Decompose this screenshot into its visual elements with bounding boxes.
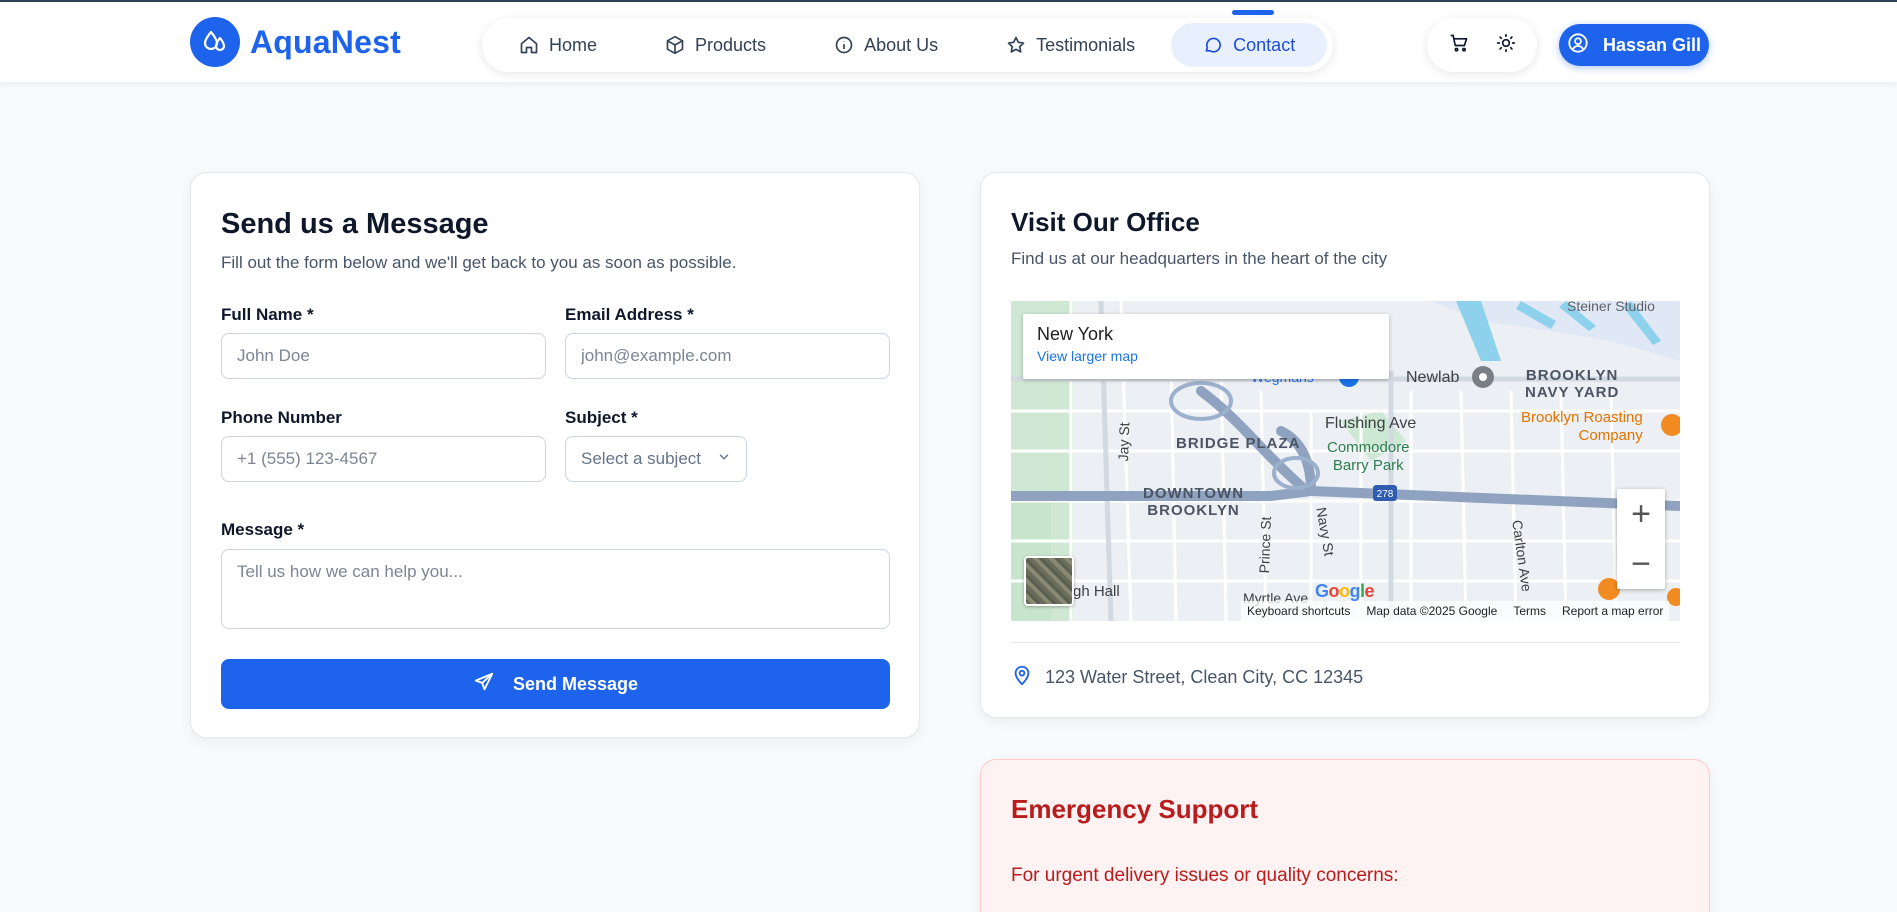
nav-item-home[interactable]: Home: [487, 23, 629, 67]
office-card: Visit Our Office Find us at our headquar…: [980, 172, 1710, 718]
map-label-hall: gh Hall: [1073, 583, 1120, 600]
phone-input[interactable]: [221, 436, 546, 482]
full-name-label: Full Name *: [221, 305, 314, 324]
view-larger-map-link[interactable]: View larger map: [1037, 348, 1375, 364]
box-icon: [665, 35, 685, 55]
map-label-prince-st: Prince St: [1256, 516, 1274, 574]
office-address-text: 123 Water Street, Clean City, CC 12345: [1045, 667, 1364, 687]
map-label-jay-st: Jay St: [1115, 422, 1133, 462]
zoom-out-button[interactable]: −: [1617, 539, 1665, 589]
send-icon: [473, 671, 495, 698]
nav-label: About Us: [864, 34, 939, 55]
user-circle-icon: [1567, 32, 1589, 59]
satellite-toggle-button[interactable]: [1024, 556, 1074, 606]
form-subtitle: Fill out the form below and we'll get ba…: [221, 253, 737, 272]
zoom-in-button[interactable]: +: [1617, 489, 1665, 539]
nav-item-products[interactable]: Products: [633, 23, 798, 67]
nav-label: Contact: [1233, 34, 1296, 55]
office-map[interactable]: 278 Steiner Studio Newlab BROOKLYN NAVY …: [1011, 301, 1680, 621]
message-icon: [1203, 35, 1223, 55]
office-address: 123 Water Street, Clean City, CC 12345: [1011, 663, 1363, 692]
water-drops-icon: [190, 17, 240, 67]
header-tools: [1427, 18, 1537, 72]
map-label-commodore: Commodore Barry Park: [1327, 439, 1410, 474]
map-label-bridge-plaza: BRIDGE PLAZA: [1176, 435, 1301, 452]
user-name: Hassan Gill: [1602, 34, 1702, 55]
nav-item-about[interactable]: About Us: [802, 23, 970, 67]
emergency-title: Emergency Support: [1011, 794, 1259, 824]
google-logo: Google: [1315, 581, 1375, 601]
form-title: Send us a Message: [221, 208, 489, 240]
map-label-steiner: Steiner Studio: [1567, 301, 1655, 314]
report-map-error-link[interactable]: Report a map error: [1562, 604, 1663, 618]
cart-button[interactable]: [1439, 25, 1479, 65]
map-label-downtown: DOWNTOWN BROOKLYN: [1143, 485, 1245, 519]
send-message-button[interactable]: Send Message: [221, 659, 890, 709]
nav-label: Home: [549, 34, 598, 55]
star-icon: [1006, 35, 1026, 55]
email-input[interactable]: [565, 333, 890, 379]
full-name-input[interactable]: [221, 333, 546, 379]
office-subtitle: Find us at our headquarters in the heart…: [1011, 249, 1388, 268]
message-textarea[interactable]: [221, 549, 890, 629]
office-title: Visit Our Office: [1011, 207, 1200, 237]
map-place-title: New York: [1037, 324, 1114, 344]
subject-label: Subject *: [565, 408, 638, 427]
map-pin-icon: [1011, 663, 1033, 692]
message-label: Message *: [221, 520, 305, 539]
keyboard-shortcuts-link[interactable]: Keyboard shortcuts: [1247, 604, 1350, 618]
info-icon: [834, 35, 854, 55]
send-message-label: Send Message: [512, 673, 639, 694]
user-menu-button[interactable]: Hassan Gill: [1559, 24, 1709, 66]
nav-item-testimonials[interactable]: Testimonials: [974, 23, 1167, 67]
map-label-navy-yard: BROOKLYN NAVY YARD: [1525, 367, 1620, 401]
cart-icon: [1449, 33, 1469, 58]
map-place-card: New York View larger map: [1023, 314, 1389, 379]
brand-name: AquaNest: [250, 23, 401, 60]
home-icon: [519, 35, 539, 55]
active-nav-indicator: [1232, 10, 1274, 15]
nav-item-contact[interactable]: Contact: [1171, 23, 1328, 67]
theme-toggle-button[interactable]: [1486, 25, 1526, 65]
email-label: Email Address *: [565, 305, 694, 324]
map-footer: Keyboard shortcuts Map data ©2025 Google…: [1241, 601, 1670, 621]
sun-icon: [1496, 33, 1516, 58]
emergency-support-card: Emergency Support For urgent delivery is…: [980, 759, 1710, 912]
terms-link[interactable]: Terms: [1513, 604, 1546, 618]
nav-label: Products: [695, 34, 767, 55]
subject-select[interactable]: Select a subject: [565, 436, 747, 482]
chevron-down-icon: [717, 449, 731, 469]
emergency-text: For urgent delivery issues or quality co…: [1011, 865, 1399, 886]
map-label-flushing: Flushing Ave: [1325, 415, 1417, 432]
map-data-text: Map data ©2025 Google: [1366, 604, 1498, 618]
brand-logo[interactable]: AquaNest: [190, 17, 401, 67]
nav-label: Testimonials: [1036, 34, 1136, 55]
subject-selected-value: Select a subject: [581, 449, 702, 468]
highway-shield: 278: [1377, 489, 1394, 500]
contact-form-card: Send us a Message Fill out the form belo…: [190, 172, 920, 738]
office-divider: [1011, 642, 1680, 643]
phone-label: Phone Number: [221, 408, 342, 427]
map-zoom-controls: + −: [1617, 489, 1665, 589]
main-nav: Home Products About Us Testimonials Cont…: [482, 18, 1333, 72]
map-label-roasting: Brooklyn Roasting Company: [1521, 409, 1643, 444]
site-header: AquaNest Home Products About Us Testimon…: [0, 2, 1897, 83]
map-label-newlab: Newlab: [1406, 369, 1460, 386]
